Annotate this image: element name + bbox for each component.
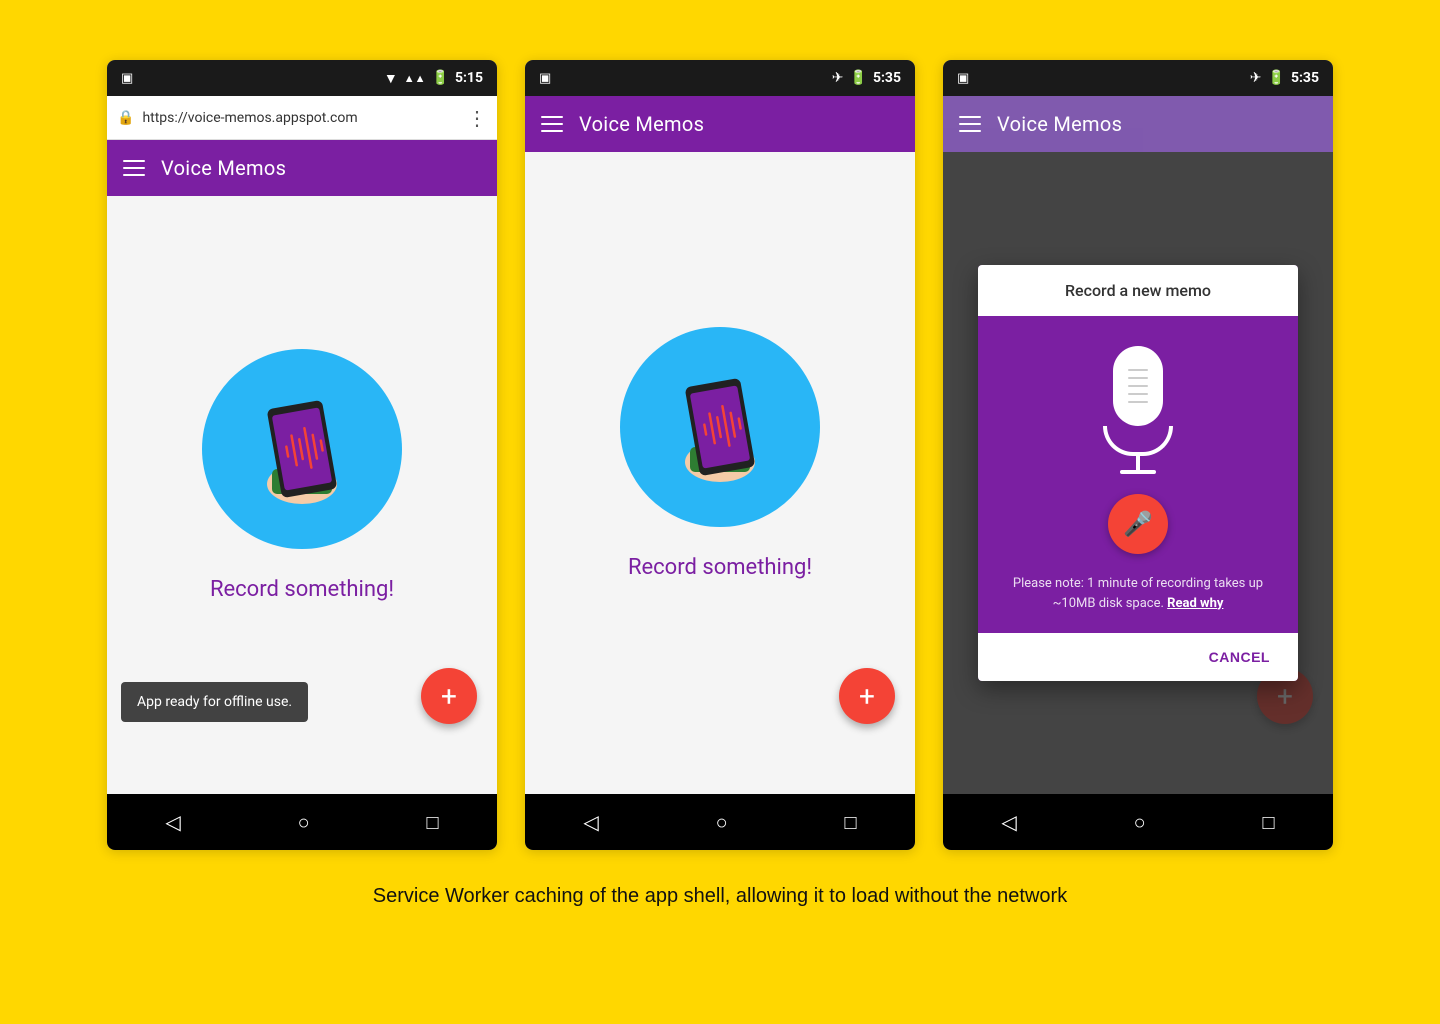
recents-nav-icon-2[interactable]: □ [844,810,856,835]
fab-button-2[interactable]: + [839,668,895,724]
mic-body [1113,346,1163,426]
dialog-note-text: Please note: 1 minute of recording takes… [1013,576,1263,611]
recents-nav-icon-3[interactable]: □ [1262,810,1274,835]
dialog-actions: CANCEL [978,633,1298,681]
home-nav-icon-1[interactable]: ○ [298,810,310,835]
app-title-2: Voice Memos [579,112,704,136]
illustration-svg-1 [222,369,382,529]
mic-stand [1103,426,1173,456]
wifi-icon: ▼ [384,70,398,87]
status-bar-3: ▣ ✈ 🔋 5:35 [943,60,1333,96]
fab-button-1[interactable]: + [421,668,477,724]
back-nav-icon-1[interactable]: ◁ [165,810,180,834]
tablet-icon: ▣ [121,71,133,86]
battery-icon-2: 🔋 [850,70,867,86]
illustration-circle-1 [202,349,402,549]
nav-bar-1: ◁ ○ □ [107,794,497,850]
mic-line-1 [1128,369,1148,371]
url-text: https://voice-memos.appspot.com [142,110,459,126]
record-label-1: Record something! [210,577,394,602]
status-time-2: 5:35 [873,70,901,86]
tablet-icon-2: ▣ [539,71,551,86]
status-right-2: ✈ 🔋 5:35 [832,70,901,86]
phone-content-3: Record a new memo [943,152,1333,794]
snackbar-text-1: App ready for offline use. [137,694,292,710]
back-nav-icon-3[interactable]: ◁ [1001,810,1016,834]
phones-container: ▣ ▼ ▲▲ 🔋 5:15 🔒 https://voice-memos.apps… [107,60,1333,850]
fab-plus-icon-1: + [441,680,457,713]
app-bar-3: Voice Memos [943,96,1333,152]
recents-nav-icon-1[interactable]: □ [426,810,438,835]
mic-line-4 [1128,393,1148,395]
illustration-svg-2 [640,347,800,507]
status-time-3: 5:35 [1291,70,1319,86]
phone-content-1: Record something! App ready for offline … [107,196,497,794]
dots-menu-icon[interactable]: ⋮ [467,106,487,130]
mic-line-2 [1128,377,1148,379]
back-nav-icon-2[interactable]: ◁ [583,810,598,834]
tablet-icon-3: ▣ [957,71,969,86]
status-bar-2: ▣ ✈ 🔋 5:35 [525,60,915,96]
home-nav-icon-3[interactable]: ○ [1134,810,1146,835]
status-right-3: ✈ 🔋 5:35 [1250,70,1319,86]
snackbar-1: App ready for offline use. [121,682,308,722]
hamburger-menu-1[interactable] [123,160,145,176]
mic-base-line [1120,470,1156,474]
nav-bar-2: ◁ ○ □ [525,794,915,850]
app-title-3: Voice Memos [997,112,1122,136]
mic-line-5 [1128,401,1148,403]
caption: Service Worker caching of the app shell,… [373,882,1067,910]
status-left-1: ▣ [121,71,133,86]
record-label-2: Record something! [628,555,812,580]
record-button[interactable]: 🎤 [1108,494,1168,554]
dialog-overlay: Record a new memo [943,152,1333,794]
home-nav-icon-2[interactable]: ○ [716,810,728,835]
app-title-1: Voice Memos [161,156,286,180]
dialog-note-link[interactable]: Read why [1167,596,1223,611]
hamburger-menu-2[interactable] [541,116,563,132]
battery-icon-3: 🔋 [1268,70,1285,86]
app-bar-1: Voice Memos [107,140,497,196]
hamburger-menu-3 [959,116,981,132]
url-bar-1[interactable]: 🔒 https://voice-memos.appspot.com ⋮ [107,96,497,140]
mic-large-icon [1103,346,1173,474]
nav-bar-3: ◁ ○ □ [943,794,1333,850]
mic-button-icon: 🎤 [1123,510,1153,538]
status-time-1: 5:15 [455,70,483,86]
status-left-3: ▣ [957,71,969,86]
status-right-1: ▼ ▲▲ 🔋 5:15 [384,70,483,87]
battery-icon: 🔋 [432,70,449,86]
phone-content-2: Record something! + [525,152,915,794]
phone-3: ▣ ✈ 🔋 5:35 Voice Memos Record a new memo [943,60,1333,850]
mic-line-3 [1128,385,1148,387]
phone-2: ▣ ✈ 🔋 5:35 Voice Memos [525,60,915,850]
dialog-title: Record a new memo [978,265,1298,316]
dialog-body: 🎤 Please note: 1 minute of recording tak… [978,316,1298,633]
status-bar-1: ▣ ▼ ▲▲ 🔋 5:15 [107,60,497,96]
cancel-button[interactable]: CANCEL [1197,641,1282,673]
lock-icon: 🔒 [117,110,134,126]
airplane-icon-3: ✈ [1250,70,1262,86]
app-bar-2: Voice Memos [525,96,915,152]
signal-icon: ▲▲ [404,72,426,85]
phone-1: ▣ ▼ ▲▲ 🔋 5:15 🔒 https://voice-memos.apps… [107,60,497,850]
mic-lines [1128,369,1148,403]
dialog-box: Record a new memo [978,265,1298,681]
mic-base [1136,456,1140,470]
status-left-2: ▣ [539,71,551,86]
fab-plus-icon-2: + [859,680,875,713]
dialog-note: Please note: 1 minute of recording takes… [998,574,1278,613]
airplane-icon-2: ✈ [832,70,844,86]
illustration-circle-2 [620,327,820,527]
